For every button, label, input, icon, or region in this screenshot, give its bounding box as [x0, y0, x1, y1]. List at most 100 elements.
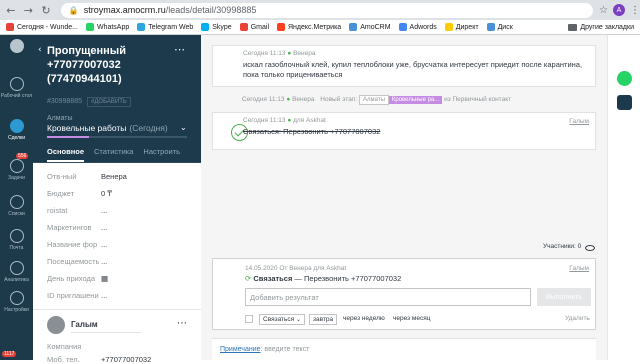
tasks-count-badge: 556	[16, 153, 29, 159]
forward-icon[interactable]: →	[22, 3, 36, 17]
note-composer[interactable]: Примечание: введите текст	[212, 338, 596, 360]
execute-button[interactable]: Выполнить	[537, 288, 591, 306]
browser-menu-icon[interactable]: ⋮	[630, 5, 640, 16]
field-value[interactable]: ...	[101, 257, 107, 266]
address-bar[interactable]: 🔒 stroymax.amocrm.ru /leads/detail/30998…	[60, 2, 594, 18]
url-path: /leads/detail/30998885	[165, 5, 257, 15]
stage-pill: Кровельные ра...	[388, 96, 443, 104]
bookmark-favicon-icon	[486, 23, 495, 31]
field-label: Бюджет	[47, 189, 75, 198]
watchers-toggle[interactable]	[585, 243, 595, 252]
lead-panel: ‹ Пропущенный +77077007032 (77470944101)…	[33, 35, 201, 364]
logo[interactable]	[0, 39, 33, 55]
nav-leads[interactable]: Сделки	[0, 119, 33, 141]
field-label: roistat	[47, 206, 68, 215]
profile-avatar[interactable]: A	[613, 4, 625, 16]
bookmark-favicon-icon	[201, 23, 210, 31]
note-type-label[interactable]: Примечание	[220, 346, 261, 353]
calendar-icon[interactable]: ▦	[101, 274, 108, 283]
note-placeholder: : введите текст	[260, 346, 310, 353]
open-task-text: ⟳ Связаться — Перезвонить +77077007032	[245, 274, 402, 283]
stage-change-event: Сегодня 11:13 ● Венера Новый этап: Алмат…	[242, 95, 512, 105]
next-week-link[interactable]: через неделю	[343, 315, 385, 322]
bookmarks-bar: Сегодня - Wunde... WhatsApp Telegram Web…	[0, 20, 640, 35]
whatsapp-icon[interactable]	[617, 71, 632, 86]
bookmark-favicon-icon	[239, 23, 248, 31]
field-value-budget[interactable]: 0 ₸	[101, 189, 112, 198]
bookmark-item[interactable]: Диск	[486, 23, 513, 31]
eye-icon	[585, 244, 595, 251]
contact-name[interactable]: Галым	[71, 320, 98, 329]
next-month-link[interactable]: через месяц	[393, 315, 430, 322]
lead-more-icon[interactable]: ⋯	[174, 43, 185, 56]
field-label: Посещаемость	[47, 257, 100, 266]
bookmark-star-icon[interactable]: ☆	[599, 5, 608, 16]
task-checkbox[interactable]	[245, 315, 253, 323]
bookmark-item[interactable]: Telegram Web	[137, 23, 193, 31]
back-icon[interactable]: ←	[4, 3, 18, 17]
reload-icon[interactable]: ↻	[39, 3, 53, 17]
nav-mail[interactable]: Почта	[0, 229, 33, 251]
delete-link[interactable]: Удалить	[565, 315, 590, 322]
status-dot-icon: ●	[287, 117, 292, 124]
field-label: Компания	[47, 342, 82, 351]
stage-date: (Сегодня)	[129, 123, 168, 133]
nav-dashboard[interactable]: Рабочий стол	[0, 77, 33, 99]
mail-icon	[9, 229, 24, 243]
bookmark-item[interactable]: AmoCRM	[349, 23, 391, 31]
field-label: Отв-ный	[47, 172, 77, 181]
task-assignee-link[interactable]: Галым	[569, 265, 589, 272]
task-assignee-link[interactable]: Галым	[569, 118, 589, 125]
other-bookmarks[interactable]: Другие закладки	[568, 23, 640, 31]
task-meta: 14.05.2020 От Венера для Askhat	[245, 265, 347, 272]
integration-icon[interactable]	[617, 95, 632, 110]
status-dot-icon: ●	[287, 50, 292, 57]
nav-analytics[interactable]: Аналитика	[0, 261, 33, 283]
tab-configure[interactable]: Настроить	[143, 147, 180, 156]
field-value[interactable]: ...	[101, 206, 107, 215]
nav-settings[interactable]: Настройки	[0, 291, 33, 313]
bookmark-favicon-icon	[277, 23, 285, 31]
app-sidebar: Рабочий стол Сделки Задачи 556 Списки Поч…	[0, 35, 33, 360]
bookmark-favicon-icon	[85, 23, 94, 31]
tomorrow-button[interactable]: завтра	[309, 314, 338, 325]
bookmark-item[interactable]: Skype	[201, 23, 232, 31]
completed-task-card: Сегодня 11:13 ● для Askhat Связаться: Пе…	[212, 112, 596, 150]
avatar[interactable]	[47, 316, 65, 334]
stage-progress-fill	[47, 136, 89, 138]
analytics-icon	[9, 261, 24, 275]
bookmark-item[interactable]: Adwords	[398, 23, 437, 31]
add-tag-button[interactable]: #ДОБАВИТЬ	[87, 97, 131, 107]
participants-count: Участники: 0	[543, 243, 582, 250]
bookmark-item[interactable]: Директ	[444, 23, 479, 31]
chevron-down-icon[interactable]: ⌄	[180, 123, 187, 132]
field-label: Маркетингов	[47, 223, 92, 232]
task-result-input[interactable]: Добавить результат	[245, 288, 531, 306]
field-value[interactable]: ...	[101, 240, 107, 249]
note-meta: Сегодня 11:13 ● Венера	[243, 50, 316, 57]
bookmark-item[interactable]: Сегодня - Wunde...	[6, 23, 78, 31]
lead-title[interactable]: Пропущенный +77077007032 (77470944101)	[47, 44, 177, 86]
task-type-select[interactable]: Связаться ⌄	[259, 314, 305, 325]
tab-main[interactable]: Основное	[47, 147, 85, 162]
bookmark-favicon-icon	[6, 23, 14, 31]
field-value-responsible[interactable]: Венера	[101, 172, 127, 181]
nav-lists[interactable]: Списки	[0, 195, 33, 217]
lead-fields: Отв-ный Венера Бюджет 0 ₸ roistat ... Ма…	[33, 163, 201, 309]
settings-icon	[9, 291, 24, 305]
back-chevron-icon[interactable]: ‹	[38, 45, 42, 55]
lead-id: #30998885	[47, 98, 83, 105]
task-controls: Связаться ⌄ завтра через неделю через ме…	[213, 314, 595, 328]
nav-tasks[interactable]: Задачи 556	[0, 153, 33, 181]
tab-statistics[interactable]: Статистика	[94, 147, 133, 156]
field-value[interactable]: ...	[101, 223, 107, 232]
lists-icon	[9, 195, 24, 209]
bookmark-item[interactable]: Яндекс.Метрика	[277, 23, 341, 31]
contact-more-icon[interactable]: ⋯	[177, 318, 187, 329]
field-value[interactable]: ...	[101, 291, 107, 300]
stage-selector[interactable]: Кровельные работы (Сегодня)	[47, 123, 168, 133]
leads-icon	[9, 119, 24, 133]
note-card: Сегодня 11:13 ● Венера искал газоблочный…	[212, 45, 596, 87]
bookmark-item[interactable]: Gmail	[239, 23, 269, 31]
bookmark-item[interactable]: WhatsApp	[85, 23, 129, 31]
